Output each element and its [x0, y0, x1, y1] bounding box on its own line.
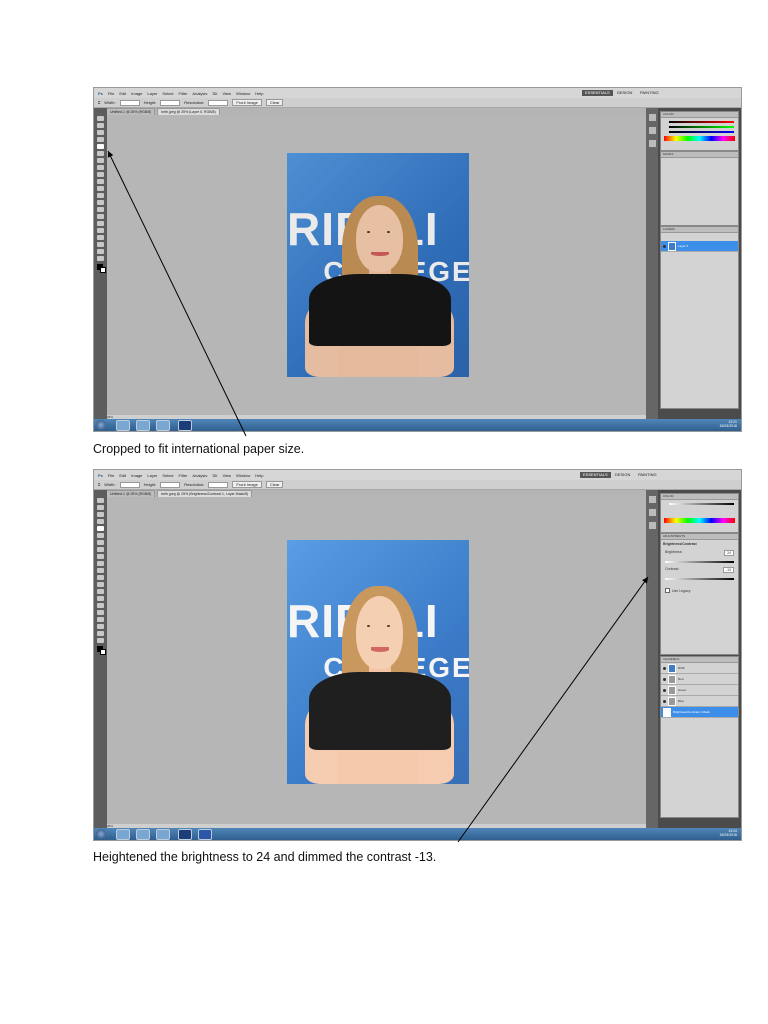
- annotation-arrows: [107, 150, 649, 843]
- arrow-to-adjustments: [457, 576, 649, 843]
- arrow-to-crop-tool: [107, 150, 247, 437]
